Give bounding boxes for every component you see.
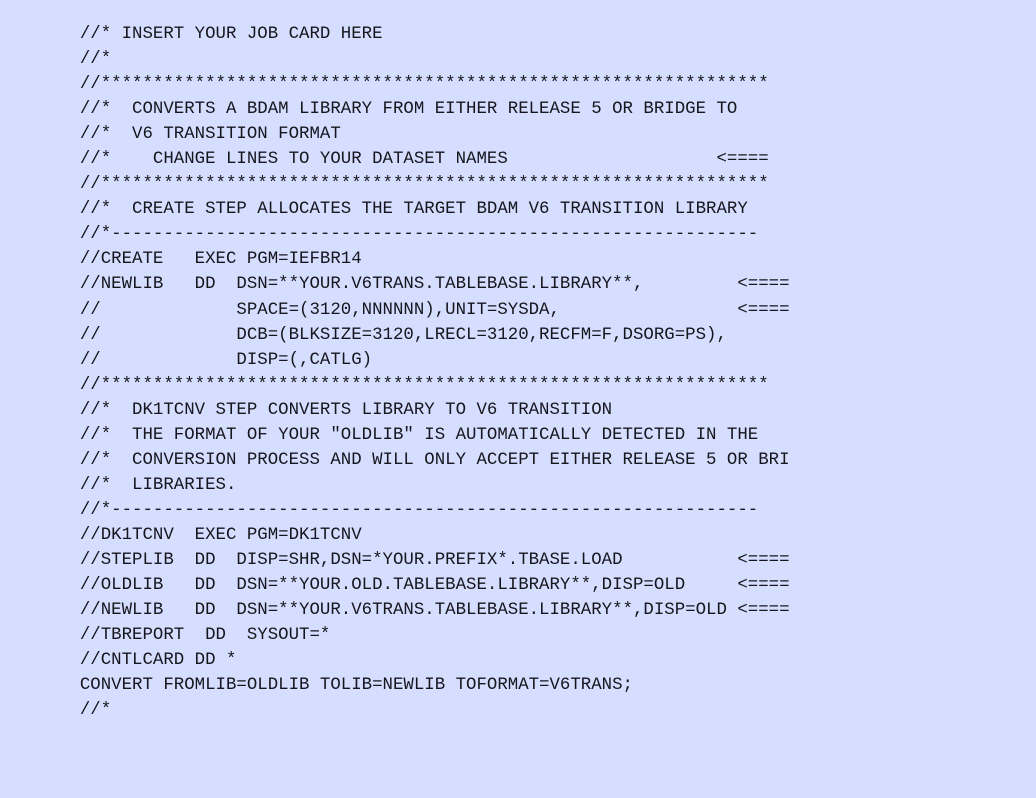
code-line: //*-------------------------------------…	[59, 500, 759, 520]
code-line: //**************************************…	[59, 75, 769, 95]
code-line: // SPACE=(3120,NNNNNN),UNIT=SYSDA, <====	[59, 300, 790, 320]
code-line: //* V6 TRANSITION FORMAT	[59, 125, 341, 145]
code-line: //NEWLIB DD DSN=**YOUR.V6TRANS.TABLEBASE…	[59, 275, 790, 295]
code-line: //*	[59, 701, 112, 721]
code-line: // DISP=(,CATLG)	[59, 350, 373, 370]
code-line: //* CONVERTS A BDAM LIBRARY FROM EITHER …	[59, 100, 738, 120]
code-line: //* CHANGE LINES TO YOUR DATASET NAMES <…	[59, 150, 769, 170]
code-line: CONVERT FROMLIB=OLDLIB TOLIB=NEWLIB TOFO…	[59, 676, 633, 696]
code-line: //*-------------------------------------…	[59, 225, 759, 245]
code-line: // DCB=(BLKSIZE=3120,LRECL=3120,RECFM=F,…	[59, 325, 727, 345]
code-line: //*	[59, 50, 112, 70]
code-line: //CNTLCARD DD *	[59, 651, 237, 671]
code-line: //**************************************…	[59, 375, 769, 395]
jcl-code-listing: //* INSERT YOUR JOB CARD HERE //* //****…	[0, 0, 1036, 798]
code-line: //NEWLIB DD DSN=**YOUR.V6TRANS.TABLEBASE…	[59, 601, 790, 621]
code-line: //* DK1TCNV STEP CONVERTS LIBRARY TO V6 …	[59, 400, 613, 420]
code-line: //DK1TCNV EXEC PGM=DK1TCNV	[59, 525, 362, 545]
code-line: //* INSERT YOUR JOB CARD HERE	[59, 25, 383, 44]
code-line: //TBREPORT DD SYSOUT=*	[59, 626, 331, 646]
code-line: //CREATE EXEC PGM=IEFBR14	[59, 250, 362, 270]
code-line: //* CONVERSION PROCESS AND WILL ONLY ACC…	[59, 450, 790, 470]
code-line: //* CREATE STEP ALLOCATES THE TARGET BDA…	[59, 200, 748, 220]
code-line: //STEPLIB DD DISP=SHR,DSN=*YOUR.PREFIX*.…	[59, 550, 790, 570]
code-line: //* LIBRARIES.	[59, 475, 237, 495]
code-line: //* THE FORMAT OF YOUR "OLDLIB" IS AUTOM…	[59, 425, 759, 445]
code-line: //OLDLIB DD DSN=**YOUR.OLD.TABLEBASE.LIB…	[59, 576, 790, 596]
code-line: //**************************************…	[59, 175, 769, 195]
